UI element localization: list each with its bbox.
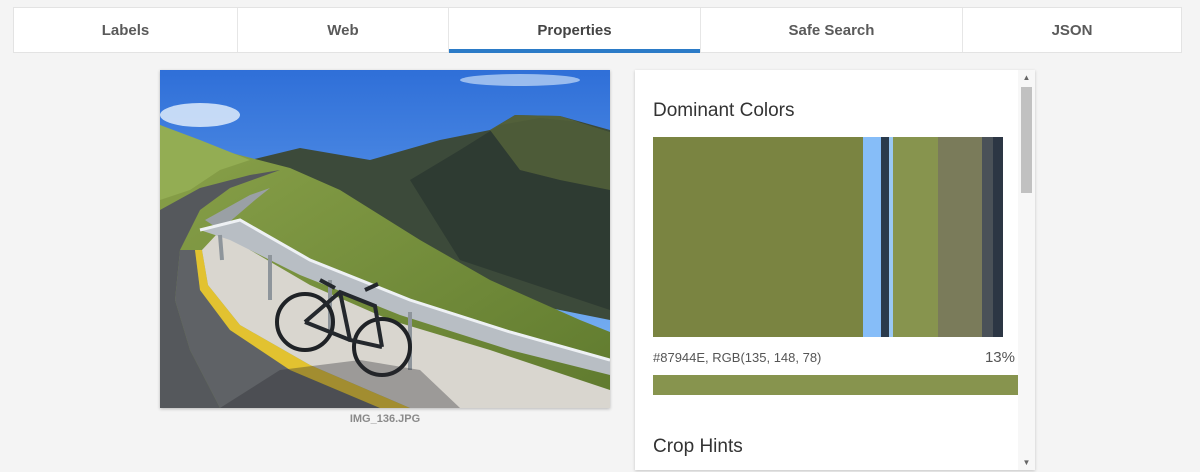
color-swatch[interactable]: [863, 137, 881, 337]
panel-scrollbar[interactable]: ▲ ▼: [1018, 70, 1035, 470]
tab-bar: Labels Web Properties Safe Search JSON: [13, 7, 1182, 53]
color-swatch[interactable]: [892, 137, 939, 337]
scroll-down-icon[interactable]: ▼: [1018, 455, 1035, 470]
dominant-colors-heading: Dominant Colors: [653, 100, 795, 121]
uploaded-image: [160, 70, 610, 408]
tab-web[interactable]: Web: [238, 8, 449, 52]
tab-safe-search[interactable]: Safe Search: [701, 8, 963, 52]
color-swatch[interactable]: [992, 137, 1003, 337]
dominant-colors-strip[interactable]: [653, 137, 1003, 337]
color-swatch[interactable]: [982, 137, 993, 337]
tab-labels[interactable]: Labels: [14, 8, 238, 52]
scroll-up-icon[interactable]: ▲: [1018, 70, 1035, 85]
scroll-thumb[interactable]: [1021, 87, 1032, 193]
color-swatch[interactable]: [880, 137, 890, 337]
tab-json[interactable]: JSON: [963, 8, 1181, 52]
selected-color-bar: [653, 375, 1018, 395]
properties-panel: Dominant Colors #87944E, RGB(135, 148, 7…: [635, 70, 1035, 470]
selected-color-label: #87944E, RGB(135, 148, 78): [653, 350, 822, 365]
color-swatch[interactable]: [653, 137, 863, 337]
color-swatch[interactable]: [938, 137, 982, 337]
selected-color-percent: 13%: [984, 349, 1015, 366]
crop-hints-heading: Crop Hints: [653, 436, 743, 457]
image-filename: IMG_136.JPG: [349, 413, 421, 425]
tab-properties[interactable]: Properties: [449, 8, 701, 53]
